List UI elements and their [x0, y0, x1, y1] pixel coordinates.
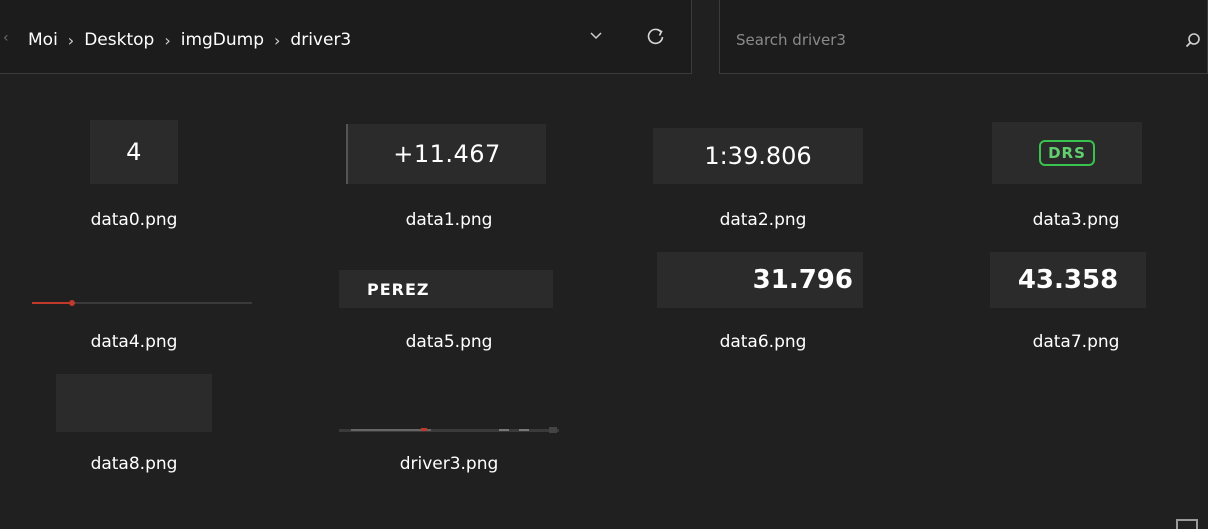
- breadcrumb-item-desktop[interactable]: Desktop: [84, 30, 154, 50]
- thumbnail: PEREZ: [339, 270, 553, 308]
- breadcrumb-item-imgdump[interactable]: imgDump: [181, 30, 264, 50]
- file-name: data3.png: [1032, 210, 1120, 230]
- thumbnail-text: +11.467: [393, 140, 501, 168]
- thumbnail: [32, 300, 252, 306]
- file-name: driver3.png: [399, 454, 499, 474]
- file-name: data6.png: [719, 332, 807, 352]
- thumbnail-text: 1:39.806: [704, 142, 812, 170]
- explorer-toolbar: ‹ Moi › Desktop › imgDump › driver3: [0, 0, 1208, 78]
- chevron-left-icon: ‹: [3, 30, 9, 46]
- thumbnail: 43.358: [990, 252, 1146, 308]
- thumbnail-text: 31.796: [752, 265, 853, 295]
- refresh-icon[interactable]: [646, 26, 666, 46]
- thumbnail-text: 4: [126, 138, 142, 166]
- address-bar[interactable]: ‹ Moi › Desktop › imgDump › driver3: [0, 0, 692, 74]
- file-name: data7.png: [1032, 332, 1120, 352]
- drs-badge: DRS: [1039, 140, 1095, 166]
- thumbnail: 4: [90, 120, 178, 184]
- thumbnail-text: 43.358: [1017, 265, 1119, 295]
- thumbnail: DRS: [992, 122, 1142, 184]
- view-toggle-icon[interactable]: [1176, 519, 1198, 529]
- file-name: data1.png: [405, 210, 493, 230]
- chevron-down-icon[interactable]: [587, 26, 605, 44]
- file-grid: 4 data0.png +11.467 data1.png 1:39.806 d…: [0, 78, 1208, 529]
- thumbnail: [56, 374, 212, 432]
- breadcrumb-item-moi[interactable]: Moi: [28, 30, 58, 50]
- thumbnail: 31.796: [657, 252, 863, 308]
- file-name: data8.png: [90, 454, 178, 474]
- file-name: data0.png: [90, 210, 178, 230]
- thumbnail: 1:39.806: [653, 128, 863, 184]
- file-name: data2.png: [719, 210, 807, 230]
- search-icon[interactable]: [1185, 32, 1201, 48]
- search-box[interactable]: [719, 0, 1208, 74]
- thumbnail: [339, 427, 559, 433]
- chevron-right-icon: ›: [274, 30, 281, 50]
- chevron-right-icon: ›: [164, 30, 171, 50]
- thumbnail: +11.467: [346, 124, 546, 184]
- breadcrumb-item-driver3[interactable]: driver3: [290, 30, 351, 50]
- search-input[interactable]: [734, 30, 1158, 50]
- file-name: data5.png: [405, 332, 493, 352]
- chevron-right-icon: ›: [67, 30, 75, 50]
- file-name: data4.png: [90, 332, 178, 352]
- breadcrumb: Moi › Desktop › imgDump › driver3: [28, 30, 351, 50]
- thumbnail-text: PEREZ: [367, 279, 430, 299]
